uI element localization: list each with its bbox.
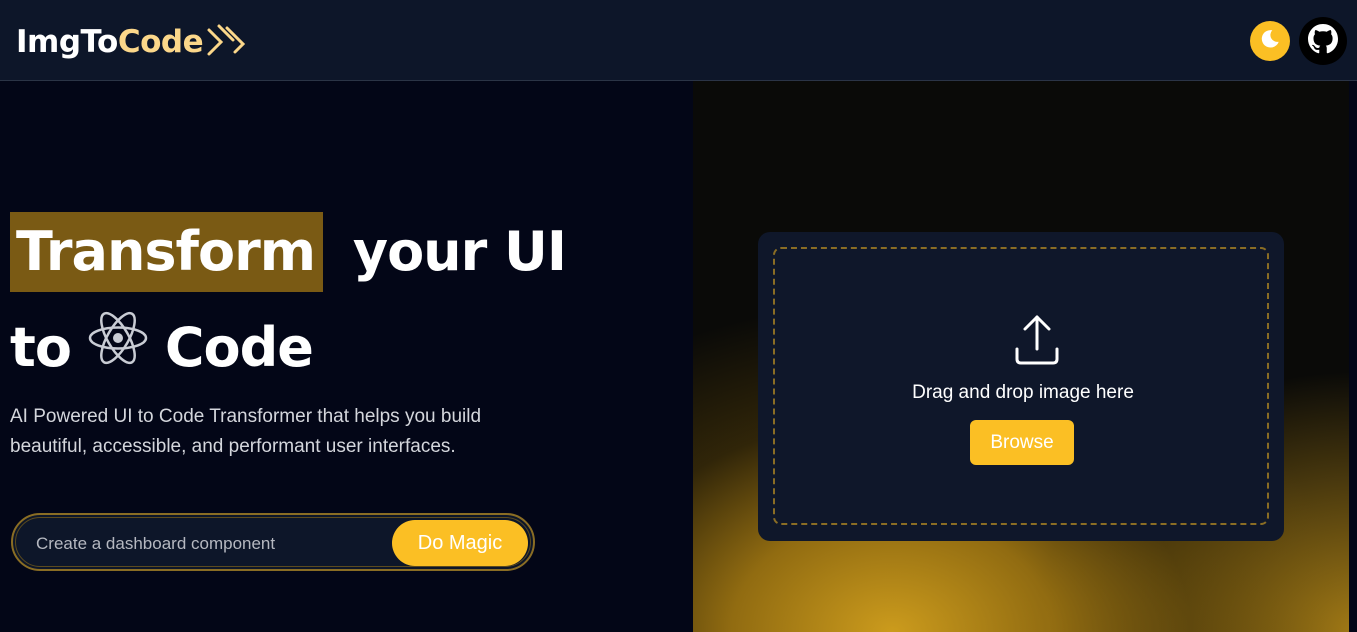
moon-icon: [1259, 28, 1281, 54]
hero-title-highlight: Transform: [10, 212, 324, 292]
top-navbar: ImgTo Code: [0, 0, 1357, 81]
upload-icon: [1013, 313, 1061, 371]
github-icon: [1308, 24, 1338, 58]
prompt-input[interactable]: [36, 530, 376, 558]
drop-instruction: Drag and drop image here: [912, 382, 1134, 403]
hero-subtitle: AI Powered UI to Code Transformer that h…: [10, 406, 482, 457]
upload-card: Drag and drop image here Browse: [758, 232, 1284, 541]
right-edge-strip: [1349, 81, 1357, 632]
logo-text-prefix: ImgTo: [16, 24, 118, 60]
prompt-bar: Do Magic: [11, 513, 535, 571]
do-magic-button[interactable]: Do Magic: [392, 520, 528, 566]
logo-text-suffix: Code: [117, 24, 204, 60]
image-drop-zone[interactable]: Drag and drop image here Browse: [773, 247, 1269, 525]
hero-title-code: Code: [164, 316, 314, 379]
hero-title-line1: Transform your UI: [10, 206, 567, 298]
github-link-button[interactable]: [1299, 17, 1347, 65]
hero-title-line2: to Code: [10, 302, 566, 394]
hero-title: Transform your UI to Code: [10, 206, 567, 394]
logo-arrows-icon: [205, 22, 249, 66]
react-icon: [87, 302, 149, 394]
logo[interactable]: ImgTo Code: [16, 18, 249, 66]
theme-toggle-button[interactable]: [1250, 21, 1290, 61]
browse-button[interactable]: Browse: [970, 420, 1074, 465]
hero-title-rest: your UI: [352, 220, 567, 283]
hero-title-to: to: [10, 316, 72, 379]
